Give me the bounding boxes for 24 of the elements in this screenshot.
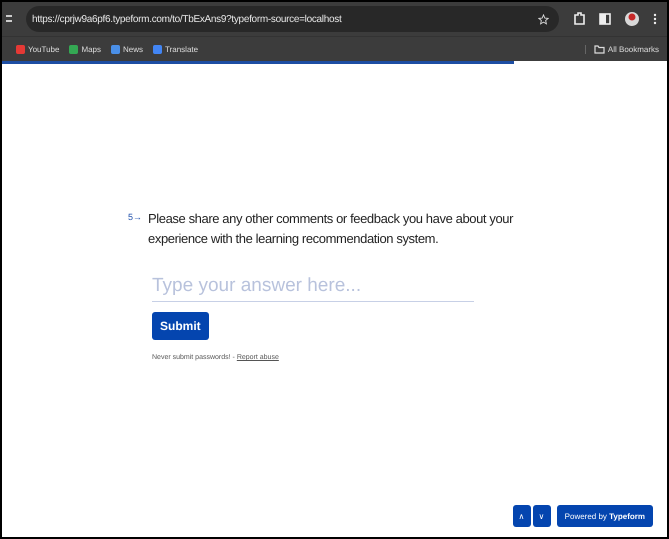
extensions-icon[interactable] bbox=[573, 12, 585, 26]
bookmark-icon bbox=[69, 44, 78, 54]
bookmark-link[interactable]: Maps bbox=[69, 44, 101, 54]
site-info-icon[interactable] bbox=[6, 14, 12, 24]
previous-button[interactable]: ∧ bbox=[512, 505, 531, 527]
all-bookmarks-button[interactable]: All Bookmarks bbox=[584, 44, 659, 54]
bookmark-link[interactable]: Translate bbox=[153, 44, 198, 54]
bookmark-link[interactable]: News bbox=[111, 44, 144, 54]
url-text: https://cprjw9a6pf6.typeform.com/to/TbExAns9?typeform-source=localhost bbox=[32, 14, 343, 24]
bookmark-icon bbox=[16, 44, 25, 54]
bookmark-icon bbox=[111, 44, 120, 54]
star-icon[interactable] bbox=[538, 14, 549, 24]
bookmark-link[interactable]: YouTube bbox=[16, 44, 60, 54]
powered-by-button[interactable]: Powered by Typeform bbox=[556, 505, 653, 527]
submit-button[interactable]: Submit bbox=[152, 312, 209, 340]
profile-avatar-icon[interactable] bbox=[625, 12, 639, 26]
menu-icon[interactable] bbox=[653, 13, 657, 25]
question-number: 5→ bbox=[128, 211, 142, 224]
side-panel-icon[interactable] bbox=[599, 13, 611, 25]
question-text: Please share any other comments or feedback you have about your experience with the learning recommendation system. bbox=[148, 210, 514, 248]
next-button[interactable]: ∨ bbox=[532, 505, 551, 527]
address-bar[interactable]: https://cprjw9a6pf6.typeform.com/to/TbExAns9?typeform-source=localhost bbox=[26, 6, 559, 32]
bookmark-icon bbox=[153, 44, 162, 54]
folder-icon bbox=[594, 44, 605, 54]
